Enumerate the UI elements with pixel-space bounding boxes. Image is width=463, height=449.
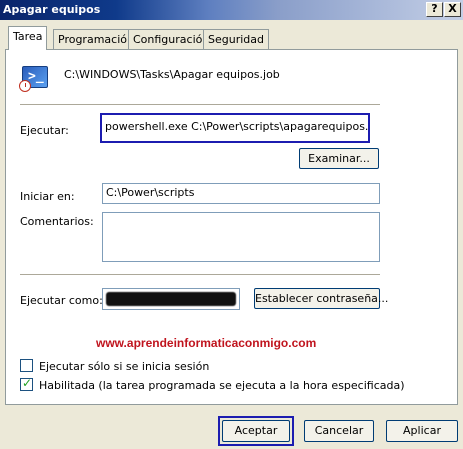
set-password-label: Establecer contraseña... xyxy=(255,292,389,305)
separator-top xyxy=(20,104,380,106)
separator-mid xyxy=(20,274,380,276)
apply-button-label: Aplicar xyxy=(403,424,441,437)
accept-button[interactable]: Aceptar xyxy=(222,420,290,442)
check-icon: ✓ xyxy=(22,376,33,390)
browse-button-label: Examinar... xyxy=(308,152,370,165)
enabled-checkbox[interactable]: ✓ xyxy=(20,376,33,391)
comments-label: Comentarios: xyxy=(20,215,94,228)
run-label: Ejecutar: xyxy=(20,124,69,137)
clock-icon xyxy=(19,80,31,92)
task-file-path: C:\WINDOWS\Tasks\Apagar equipos.job xyxy=(64,68,280,81)
cancel-button[interactable]: Cancelar xyxy=(304,420,374,442)
run-as-label: Ejecutar como: xyxy=(20,294,103,307)
start-in-input[interactable]: C:\Power\scripts xyxy=(102,183,380,204)
only-logged-label: Ejecutar sólo si se inicia sesión xyxy=(39,360,210,373)
run-input-highlight xyxy=(100,113,370,143)
comments-textarea[interactable] xyxy=(102,212,380,262)
start-in-label: Iniciar en: xyxy=(20,190,75,203)
enabled-label: Habilitada (la tarea programada se ejecu… xyxy=(39,379,405,392)
browse-button[interactable]: Examinar... xyxy=(299,148,379,169)
cancel-button-label: Cancelar xyxy=(314,424,364,437)
apply-button[interactable]: Aplicar xyxy=(386,420,458,442)
redacted-username xyxy=(106,292,236,306)
only-logged-checkbox[interactable] xyxy=(20,359,33,372)
accept-button-label: Aceptar xyxy=(234,424,278,437)
watermark-text: www.aprendeinformaticaconmigo.com xyxy=(96,336,317,350)
set-password-button[interactable]: Establecer contraseña... xyxy=(254,288,388,309)
